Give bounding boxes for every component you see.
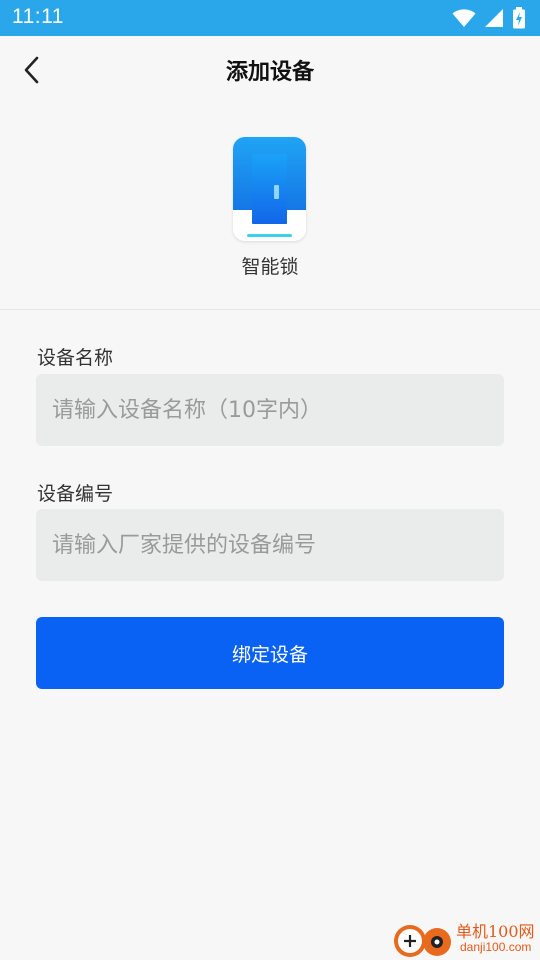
watermark-name: 单机100网 [456,922,535,941]
status-icons [452,6,526,30]
device-type-name: 智能锁 [241,256,299,278]
watermark: 单机100网 danji100.com [392,918,540,960]
status-bar: 11:11 [0,0,540,36]
watermark-url: danji100.com [460,940,532,954]
status-time: 11:11 [12,5,64,28]
add-device-screen: 11:11 添加设备 智能锁 设备名称 请输入设备名称（10字内） 设备编号 请… [0,0,540,960]
watermark-logo [394,925,451,957]
smart-lock-icon [233,137,306,241]
wifi-icon [452,9,476,27]
battery-charging-icon [513,7,525,29]
device-info: 智能锁 [0,104,540,309]
device-number-label: 设备编号 [37,483,114,505]
bind-device-button[interactable]: 绑定设备 [36,617,504,689]
signal-icon [485,9,503,27]
page-title: 添加设备 [225,60,314,85]
device-number-input[interactable] [36,509,504,581]
divider [0,309,540,310]
header: 添加设备 [0,36,540,104]
device-name-input[interactable] [36,374,504,446]
device-name-label: 设备名称 [37,347,114,369]
